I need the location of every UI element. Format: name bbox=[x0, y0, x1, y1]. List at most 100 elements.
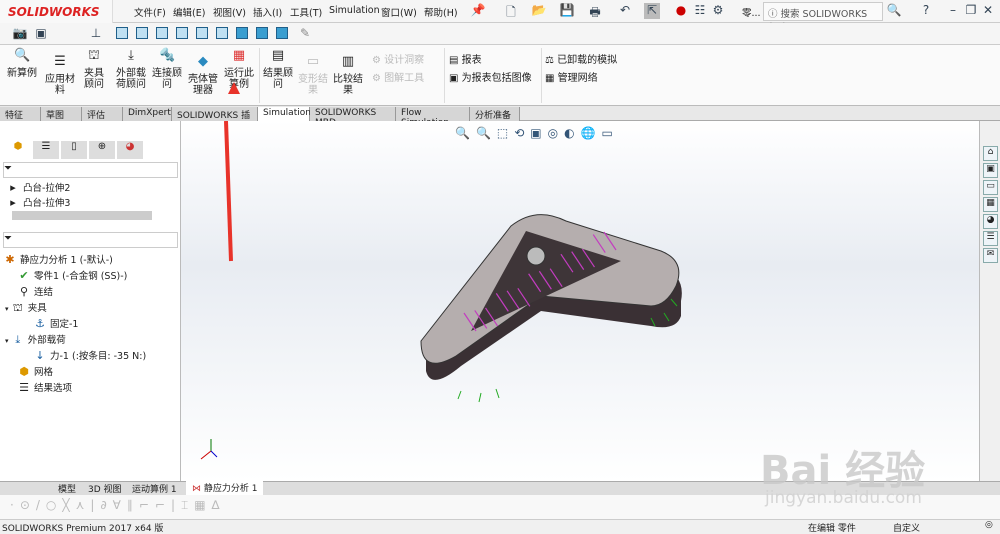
search-icon[interactable]: 🔍 bbox=[886, 3, 902, 19]
tree-fixed-1[interactable]: ⚓ 固定-1 bbox=[3, 316, 146, 332]
view-left-icon[interactable] bbox=[156, 27, 168, 39]
shell-manager-button[interactable]: ◆ 壳体管理器 bbox=[188, 55, 218, 96]
camera-icon[interactable]: 📷 bbox=[12, 26, 28, 42]
menu-edit[interactable]: 编辑(E) bbox=[173, 5, 205, 19]
view-trimetric-icon[interactable] bbox=[276, 27, 288, 39]
view-front-icon[interactable] bbox=[116, 27, 128, 39]
tab-3d-views[interactable]: 3D 视图 bbox=[88, 482, 122, 495]
view-iso-icon[interactable] bbox=[236, 27, 248, 39]
tab-motion-study[interactable]: 运动算例 1 bbox=[132, 482, 177, 495]
menu-simulation[interactable]: Simulation bbox=[329, 5, 380, 16]
compare-results-button[interactable]: ▥ 比较结果 bbox=[333, 55, 363, 96]
ruler-icon[interactable]: ✎ bbox=[297, 26, 313, 42]
file-explorer-icon[interactable]: ▭ bbox=[983, 180, 998, 195]
property-manager-tab-icon[interactable]: ☰ bbox=[33, 141, 59, 159]
display-manager-tab-icon[interactable]: ◕ bbox=[117, 141, 143, 159]
fixtures-advisor-button[interactable]: ⛫ 夹具顾问 bbox=[80, 49, 108, 90]
rebuild-traffic-light-icon[interactable]: ● bbox=[673, 3, 689, 19]
tab-features[interactable]: 特征 bbox=[0, 107, 41, 121]
feature-tree-tab-icon[interactable]: ⬢ bbox=[5, 141, 31, 159]
solidworks-logo[interactable]: SOLIDWORKS bbox=[0, 0, 113, 23]
tab-analysis-prep[interactable]: 分析准备 bbox=[470, 107, 520, 121]
view-dimetric-icon[interactable] bbox=[256, 27, 268, 39]
menu-view[interactable]: 视图(V) bbox=[213, 5, 246, 19]
label: 连结 bbox=[34, 287, 54, 298]
file-properties-icon[interactable]: ☷ bbox=[692, 3, 708, 19]
user-menu[interactable]: 零... bbox=[742, 5, 761, 19]
menu-insert[interactable]: 插入(I) bbox=[253, 5, 282, 19]
appearances-icon[interactable]: ◕ bbox=[983, 214, 998, 229]
minimize-icon[interactable]: – bbox=[945, 3, 961, 19]
tree-study[interactable]: ✱ 静应力分析 1 (-默认-) bbox=[3, 252, 146, 268]
select-icon[interactable]: ⇱ bbox=[644, 3, 660, 19]
dimxpert-tab-icon[interactable]: ⊕ bbox=[89, 141, 115, 159]
tree-result-options[interactable]: ☰ 结果选项 bbox=[3, 380, 146, 396]
menu-help[interactable]: 帮助(H) bbox=[424, 5, 458, 19]
tree-mesh[interactable]: ⬢ 网格 bbox=[3, 364, 146, 380]
baidu-watermark-url: jingyan.baidu.com bbox=[765, 488, 922, 508]
open-file-icon[interactable]: 📂 bbox=[531, 3, 547, 19]
connections-advisor-button[interactable]: 🔩 连接顾问 bbox=[152, 49, 182, 90]
view-palette-icon[interactable]: ▦ bbox=[983, 197, 998, 212]
view-top-icon[interactable] bbox=[196, 27, 208, 39]
tab-sketch[interactable]: 草图 bbox=[41, 107, 82, 121]
tab-flow-simulation[interactable]: Flow Simulation bbox=[396, 107, 470, 128]
tree-part[interactable]: ✔ 零件1 (-合金钢 (SS)-) bbox=[3, 268, 146, 284]
help-search-input[interactable]: ⓘ 搜索 SOLIDWORKS 帮助 bbox=[763, 2, 883, 34]
new-study-button[interactable]: 🔍 新算例 bbox=[4, 49, 40, 79]
include-image-button[interactable]: ▣ 为报表包括图像 bbox=[449, 69, 532, 84]
view-right-icon[interactable] bbox=[176, 27, 188, 39]
tab-addins[interactable]: SOLIDWORKS 插件 bbox=[172, 107, 258, 134]
horizontal-scrollbar[interactable] bbox=[12, 211, 152, 220]
status-units[interactable]: 自定义 bbox=[893, 521, 920, 534]
restore-icon[interactable]: ❐ bbox=[963, 3, 979, 19]
tab-evaluate[interactable]: 评估 bbox=[82, 107, 123, 121]
normal-to-icon[interactable]: ⊥ bbox=[88, 26, 104, 42]
new-file-icon[interactable]: 🗋 bbox=[503, 3, 519, 19]
record-icon[interactable]: ▣ bbox=[33, 26, 49, 42]
save-icon[interactable]: 💾 bbox=[559, 3, 575, 19]
tree-item[interactable]: ▸ 凸台-拉伸2 bbox=[6, 180, 70, 196]
manage-network-button[interactable]: ▦ 管理网络 bbox=[545, 69, 598, 84]
close-icon[interactable]: ✕ bbox=[980, 3, 996, 19]
design-insight-button[interactable]: ⚙ 设计洞察 bbox=[372, 51, 424, 66]
tab-static-study[interactable]: ⋈ 静应力分析 1 bbox=[186, 481, 264, 495]
home-icon[interactable]: ⌂ bbox=[983, 146, 998, 161]
view-back-icon[interactable] bbox=[136, 27, 148, 39]
tree-force-1[interactable]: ↓ 力-1 (:按条目: -35 N:) bbox=[3, 348, 146, 364]
design-library-icon[interactable]: ▣ bbox=[983, 163, 998, 178]
offloaded-sim-button[interactable]: ⚖ 已卸载的模拟 bbox=[545, 51, 617, 66]
sim-filter-field[interactable]: ⏷ bbox=[3, 232, 178, 248]
heads-up-view-toolbar[interactable]: 🔍🔍⬚⟲▣◎◐🌐▭ bbox=[455, 126, 619, 140]
results-advisor-button[interactable]: ▤ 结果顾问 bbox=[263, 49, 293, 90]
tab-simulation[interactable]: Simulation bbox=[258, 107, 311, 121]
report-button[interactable]: ▤ 报表 bbox=[449, 51, 482, 66]
deformed-result-button[interactable]: ▭ 变形结果 bbox=[298, 55, 328, 96]
force-arrow-icon: ↓ bbox=[35, 349, 45, 362]
tree-item[interactable]: ▸ 凸台-拉伸3 bbox=[6, 195, 70, 211]
custom-properties-icon[interactable]: ☰ bbox=[983, 231, 998, 246]
config-manager-tab-icon[interactable]: ▯ bbox=[61, 141, 87, 159]
menu-window[interactable]: 窗口(W) bbox=[381, 5, 417, 19]
filter-field[interactable]: ⏷ bbox=[3, 162, 178, 178]
tab-dimxpert[interactable]: DimXpert bbox=[123, 107, 172, 121]
plot-tools-button[interactable]: ⚙ 图解工具 bbox=[372, 69, 424, 84]
tree-external-loads[interactable]: ▾ ⤓ 外部载荷 bbox=[3, 332, 146, 348]
pin-icon[interactable]: 📌 bbox=[470, 3, 486, 19]
menu-file[interactable]: 文件(F) bbox=[134, 5, 166, 19]
forum-icon[interactable]: ✉ bbox=[983, 248, 998, 263]
tree-connections[interactable]: ⚲ 连结 bbox=[3, 284, 146, 300]
undo-icon[interactable]: ↶ bbox=[617, 3, 633, 19]
help-icon[interactable]: ? bbox=[918, 3, 934, 19]
tab-mbd[interactable]: SOLIDWORKS MBD bbox=[310, 107, 396, 128]
graphics-viewport[interactable] bbox=[181, 120, 979, 481]
menu-tools[interactable]: 工具(T) bbox=[290, 5, 322, 19]
apply-material-button[interactable]: ☰ 应用材料 bbox=[45, 55, 75, 96]
print-icon[interactable]: 🖶 bbox=[587, 3, 603, 19]
view-bottom-icon[interactable] bbox=[216, 27, 228, 39]
help-tip-icon[interactable]: ◎ bbox=[985, 520, 993, 530]
options-gear-icon[interactable]: ⚙ bbox=[710, 3, 726, 19]
tree-fixtures[interactable]: ▾ ⛫ 夹具 bbox=[3, 300, 146, 316]
tab-model[interactable]: 模型 bbox=[58, 482, 76, 495]
external-loads-advisor-button[interactable]: ⤓ 外部载荷顾问 bbox=[115, 49, 147, 90]
